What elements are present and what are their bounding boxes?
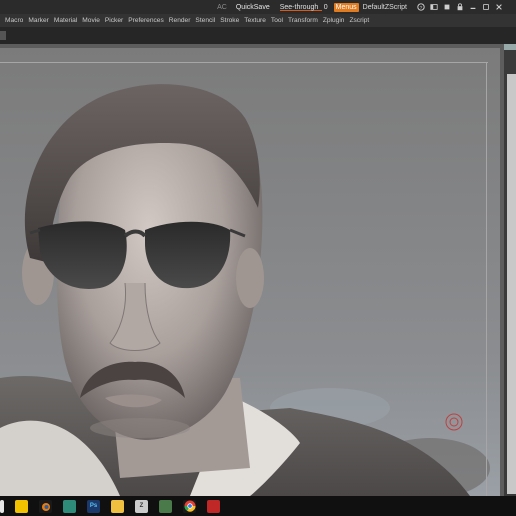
menu-material[interactable]: Material <box>54 17 77 24</box>
app-icon[interactable] <box>0 499 4 513</box>
blender-icon[interactable] <box>39 499 52 513</box>
brush-cursor-icon <box>445 413 463 431</box>
see-through-value: 0 <box>323 3 328 11</box>
photoshop-icon[interactable]: Ps <box>87 499 100 513</box>
menu-macro[interactable]: Macro <box>5 17 23 24</box>
chrome-icon[interactable] <box>183 499 196 513</box>
document-canvas[interactable] <box>0 48 500 496</box>
menu-render[interactable]: Render <box>169 17 191 24</box>
tool-strip <box>0 27 516 44</box>
title-bar: AC QuickSave See-through 0 Menus Default… <box>0 0 516 14</box>
pin-icon[interactable] <box>443 3 451 11</box>
menu-zscript[interactable]: Zscript <box>349 17 369 24</box>
app-icon-green2[interactable] <box>159 499 172 513</box>
app-icon-green[interactable] <box>63 499 76 513</box>
side-tab[interactable] <box>504 44 516 50</box>
maximize-icon[interactable] <box>482 3 490 11</box>
see-through-slider[interactable]: See-through 0 <box>279 3 328 11</box>
quicksave-button[interactable]: QuickSave <box>236 4 270 11</box>
menu-stroke[interactable]: Stroke <box>220 17 239 24</box>
menu-zplugin[interactable]: Zplugin <box>323 17 345 24</box>
side-panel-preview <box>507 74 516 494</box>
zbrush-icon[interactable]: Z <box>135 499 148 513</box>
script-label[interactable]: DefaultZScript <box>363 4 407 11</box>
yellow-app-icon[interactable] <box>15 499 28 513</box>
canvas-frame-right <box>486 62 487 496</box>
menus-button[interactable]: Menus <box>333 2 359 12</box>
svg-text:?: ? <box>420 5 423 11</box>
menu-marker[interactable]: Marker <box>28 17 49 24</box>
sculpt-portrait <box>0 48 500 496</box>
canvas-area <box>0 44 504 496</box>
layout-icon[interactable] <box>430 3 438 11</box>
menu-stencil[interactable]: Stencil <box>195 17 215 24</box>
file-explorer-icon[interactable] <box>111 499 124 513</box>
strip-handle[interactable] <box>0 31 6 40</box>
menu-texture[interactable]: Texture <box>244 17 266 24</box>
app-icon-red[interactable] <box>207 499 220 513</box>
minimize-icon[interactable] <box>469 3 477 11</box>
menu-preferences[interactable]: Preferences <box>128 17 164 24</box>
side-panel-strip <box>504 44 516 496</box>
window-controls: ? <box>417 3 508 11</box>
ac-label[interactable]: AC <box>217 4 227 11</box>
menu-transform[interactable]: Transform <box>288 17 318 24</box>
lock-icon[interactable] <box>456 3 464 11</box>
help-icon[interactable]: ? <box>417 3 425 11</box>
menu-movie[interactable]: Movie <box>82 17 100 24</box>
close-icon[interactable] <box>495 3 503 11</box>
menu-bar: AC Macro Marker Material Movie Picker Pr… <box>0 14 516 27</box>
menu-tool[interactable]: Tool <box>271 17 283 24</box>
see-through-label: See-through <box>279 3 319 11</box>
taskbar: Ps Z <box>0 496 516 516</box>
canvas-frame-top <box>0 62 488 63</box>
menu-picker[interactable]: Picker <box>105 17 123 24</box>
